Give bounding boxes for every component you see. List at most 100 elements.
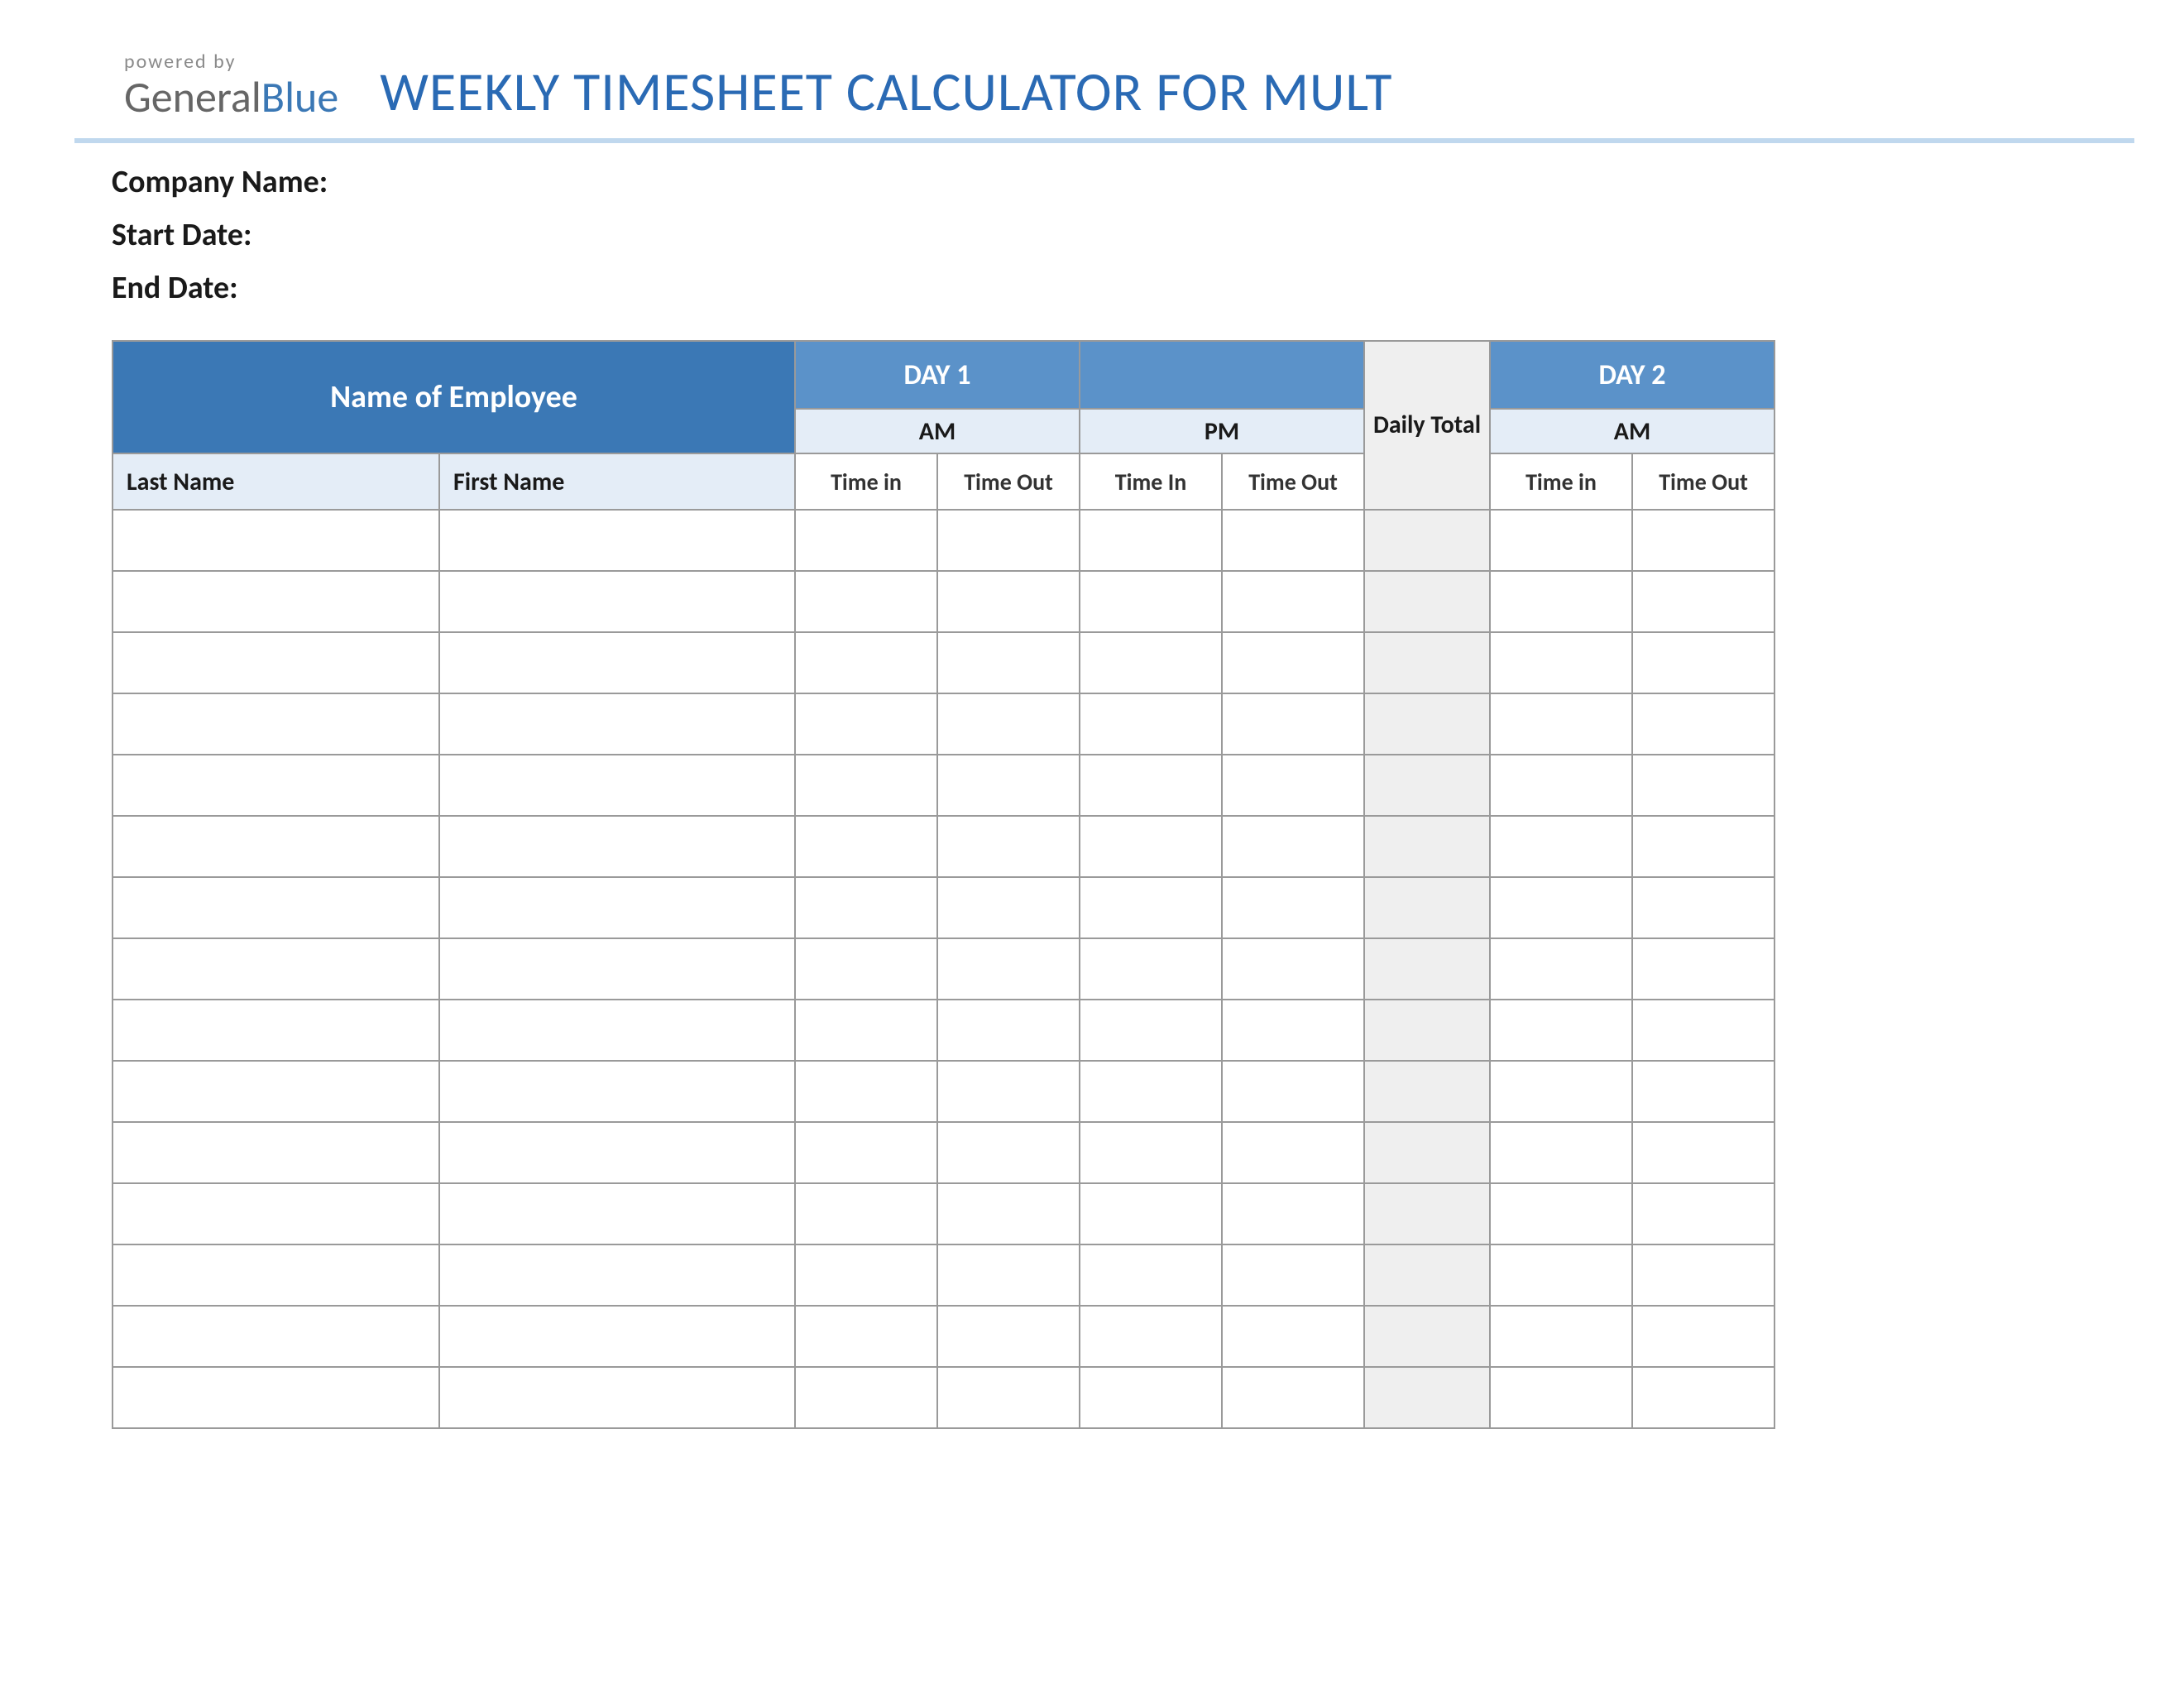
table-cell[interactable] <box>1490 1183 1632 1244</box>
table-cell[interactable] <box>1222 1061 1364 1122</box>
table-cell[interactable] <box>795 1122 937 1183</box>
table-cell[interactable] <box>1080 1122 1222 1183</box>
table-cell[interactable] <box>113 632 439 693</box>
table-cell[interactable] <box>1632 1183 1774 1244</box>
table-cell[interactable] <box>795 1306 937 1367</box>
table-cell[interactable] <box>795 510 937 571</box>
table-cell[interactable] <box>1632 877 1774 938</box>
table-cell[interactable] <box>1364 1061 1490 1122</box>
table-cell[interactable] <box>937 693 1080 755</box>
table-cell[interactable] <box>1490 693 1632 755</box>
table-cell[interactable] <box>1080 938 1222 1000</box>
table-cell[interactable] <box>795 877 937 938</box>
table-cell[interactable] <box>795 816 937 877</box>
table-cell[interactable] <box>937 571 1080 632</box>
table-cell[interactable] <box>1222 755 1364 816</box>
table-cell[interactable] <box>1364 1367 1490 1428</box>
table-cell[interactable] <box>795 632 937 693</box>
table-cell[interactable] <box>1632 1122 1774 1183</box>
table-cell[interactable] <box>1490 1122 1632 1183</box>
table-cell[interactable] <box>1080 1244 1222 1306</box>
table-cell[interactable] <box>113 510 439 571</box>
table-cell[interactable] <box>1632 693 1774 755</box>
table-cell[interactable] <box>795 755 937 816</box>
table-cell[interactable] <box>937 1306 1080 1367</box>
table-cell[interactable] <box>1080 877 1222 938</box>
table-cell[interactable] <box>113 1122 439 1183</box>
table-cell[interactable] <box>113 1061 439 1122</box>
table-cell[interactable] <box>1222 1122 1364 1183</box>
table-cell[interactable] <box>937 755 1080 816</box>
table-cell[interactable] <box>113 1367 439 1428</box>
table-cell[interactable] <box>1490 1367 1632 1428</box>
table-cell[interactable] <box>795 1367 937 1428</box>
table-cell[interactable] <box>1490 510 1632 571</box>
table-cell[interactable] <box>1222 693 1364 755</box>
table-cell[interactable] <box>1222 816 1364 877</box>
table-cell[interactable] <box>1632 816 1774 877</box>
table-cell[interactable] <box>1080 632 1222 693</box>
table-cell[interactable] <box>1364 755 1490 816</box>
table-cell[interactable] <box>1632 1061 1774 1122</box>
table-cell[interactable] <box>1364 1183 1490 1244</box>
table-cell[interactable] <box>113 1000 439 1061</box>
table-cell[interactable] <box>439 693 795 755</box>
table-cell[interactable] <box>1632 1367 1774 1428</box>
table-cell[interactable] <box>1632 938 1774 1000</box>
table-cell[interactable] <box>113 1183 439 1244</box>
table-cell[interactable] <box>113 571 439 632</box>
table-cell[interactable] <box>439 632 795 693</box>
table-cell[interactable] <box>1364 1122 1490 1183</box>
table-cell[interactable] <box>1490 755 1632 816</box>
table-cell[interactable] <box>1080 571 1222 632</box>
table-cell[interactable] <box>1364 510 1490 571</box>
table-cell[interactable] <box>1222 571 1364 632</box>
table-cell[interactable] <box>1364 632 1490 693</box>
table-cell[interactable] <box>439 1183 795 1244</box>
table-cell[interactable] <box>1222 1183 1364 1244</box>
table-cell[interactable] <box>1222 1244 1364 1306</box>
table-cell[interactable] <box>1222 1000 1364 1061</box>
table-cell[interactable] <box>1080 1061 1222 1122</box>
table-cell[interactable] <box>439 1306 795 1367</box>
table-cell[interactable] <box>1632 1306 1774 1367</box>
table-cell[interactable] <box>937 1367 1080 1428</box>
table-cell[interactable] <box>1222 1367 1364 1428</box>
table-cell[interactable] <box>1632 571 1774 632</box>
table-cell[interactable] <box>1080 755 1222 816</box>
table-cell[interactable] <box>439 1367 795 1428</box>
table-cell[interactable] <box>937 1061 1080 1122</box>
table-cell[interactable] <box>439 755 795 816</box>
table-cell[interactable] <box>937 938 1080 1000</box>
table-cell[interactable] <box>1080 1183 1222 1244</box>
table-cell[interactable] <box>1632 510 1774 571</box>
table-cell[interactable] <box>1364 571 1490 632</box>
table-cell[interactable] <box>1632 1000 1774 1061</box>
table-cell[interactable] <box>113 1306 439 1367</box>
table-cell[interactable] <box>937 816 1080 877</box>
table-cell[interactable] <box>1222 1306 1364 1367</box>
table-cell[interactable] <box>113 877 439 938</box>
table-cell[interactable] <box>1364 1306 1490 1367</box>
table-cell[interactable] <box>113 755 439 816</box>
table-cell[interactable] <box>795 1183 937 1244</box>
table-cell[interactable] <box>1490 1306 1632 1367</box>
table-cell[interactable] <box>937 1183 1080 1244</box>
table-cell[interactable] <box>439 1244 795 1306</box>
table-cell[interactable] <box>1490 877 1632 938</box>
table-cell[interactable] <box>113 693 439 755</box>
table-cell[interactable] <box>1080 510 1222 571</box>
table-cell[interactable] <box>795 1000 937 1061</box>
table-cell[interactable] <box>1490 1244 1632 1306</box>
table-cell[interactable] <box>439 571 795 632</box>
table-cell[interactable] <box>439 1122 795 1183</box>
table-cell[interactable] <box>795 1061 937 1122</box>
table-cell[interactable] <box>795 693 937 755</box>
table-cell[interactable] <box>1364 693 1490 755</box>
table-cell[interactable] <box>1490 816 1632 877</box>
table-cell[interactable] <box>937 877 1080 938</box>
table-cell[interactable] <box>113 816 439 877</box>
table-cell[interactable] <box>1490 938 1632 1000</box>
table-cell[interactable] <box>439 877 795 938</box>
table-cell[interactable] <box>937 510 1080 571</box>
